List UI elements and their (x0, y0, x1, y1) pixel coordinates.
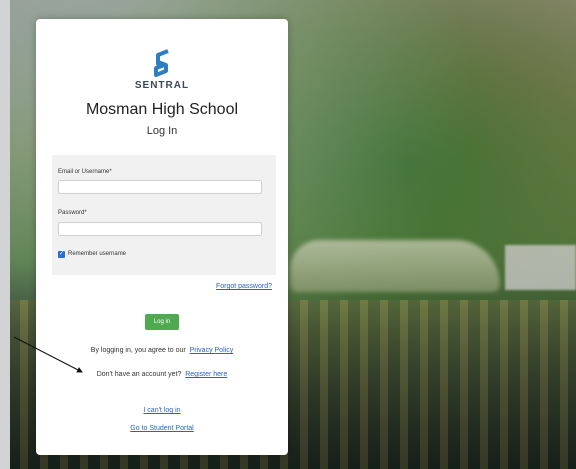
password-field[interactable] (58, 222, 262, 236)
register-link[interactable]: Register here (185, 371, 227, 378)
password-label: Password* (58, 210, 87, 216)
remember-label: Remember username (68, 251, 127, 257)
email-field[interactable] (58, 180, 262, 194)
cant-login-row: I can't log in (36, 407, 288, 414)
background-shore (505, 245, 576, 290)
student-portal-row: Go to Student Portal (36, 425, 288, 432)
student-portal-link[interactable]: Go to Student Portal (130, 425, 193, 432)
email-label: Email or Username* (58, 169, 112, 175)
forgot-password-link[interactable]: Forgot password? (216, 283, 272, 290)
login-card: SENTRAL Mosman High School Log In Email … (36, 19, 288, 455)
login-button[interactable]: Log in (145, 314, 179, 330)
no-account-label: Don't have an account yet? (96, 371, 182, 378)
cant-login-link[interactable]: I can't log in (143, 407, 180, 414)
school-name: Mosman High School (85, 101, 239, 118)
register-prompt: Don't have an account yet? Register here (36, 371, 288, 378)
background-rock (290, 240, 500, 292)
privacy-policy-link[interactable]: Privacy Policy (190, 347, 234, 354)
login-form: Email or Username* Password* ✓ Remember … (52, 155, 276, 275)
agreement-text: By logging in, you agree to our Privacy … (36, 347, 288, 354)
agree-label: By logging in, you agree to our (90, 347, 186, 354)
page-title: Log In (146, 125, 178, 137)
brand-name: SENTRAL (134, 80, 190, 91)
left-edge-strip (0, 0, 10, 469)
remember-checkbox[interactable]: ✓ (58, 251, 65, 258)
